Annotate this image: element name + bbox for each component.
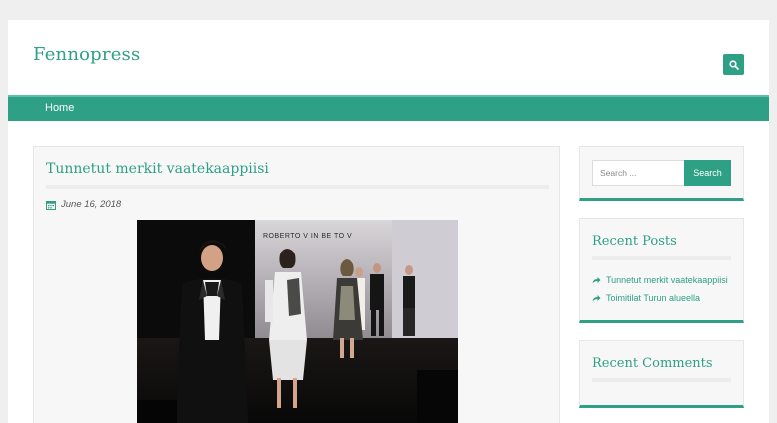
search-widget: Search [579, 146, 744, 201]
calendar-icon [46, 200, 56, 210]
image-signage: ROBERTO V IN BE TO V [263, 233, 352, 240]
recent-post-link[interactable]: Toimitilat Turun alueella [592, 293, 700, 303]
title-divider [46, 185, 549, 189]
post-meta: June 16, 2018 [46, 199, 121, 210]
nav-item-home[interactable]: Home [45, 102, 74, 114]
recent-comments-widget: Recent Comments [579, 340, 744, 408]
featured-image[interactable]: ROBERTO V IN BE TO V [137, 220, 458, 423]
recent-post-label[interactable]: Tunnetut merkit vaatekaappiisi [606, 275, 728, 285]
share-arrow-icon [592, 277, 601, 284]
post-date[interactable]: June 16, 2018 [61, 199, 121, 210]
search-input[interactable] [592, 160, 685, 186]
recent-posts-title: Recent Posts [592, 234, 677, 249]
search-button[interactable]: Search [684, 160, 731, 186]
recent-post-link[interactable]: Tunnetut merkit vaatekaappiisi [592, 275, 728, 285]
article-title[interactable]: Tunnetut merkit vaatekaappiisi [46, 161, 269, 177]
main-navigation: Home [8, 95, 769, 121]
recent-post-label[interactable]: Toimitilat Turun alueella [606, 293, 700, 303]
site-title[interactable]: Fennopress [33, 44, 140, 65]
search-icon [728, 59, 739, 70]
widget-divider [592, 378, 731, 382]
content-area: Tunnetut merkit vaatekaappiisi June 16, … [8, 121, 769, 423]
recent-comments-title: Recent Comments [592, 356, 713, 371]
widget-divider [592, 256, 731, 260]
share-arrow-icon [592, 295, 601, 302]
page-frame: Fennopress Home Tunnetut merkit vaatekaa… [8, 20, 769, 423]
article-card: Tunnetut merkit vaatekaappiisi June 16, … [33, 146, 560, 423]
recent-posts-widget: Recent Posts Tunnetut merkit vaatekaappi… [579, 218, 744, 323]
site-header: Fennopress [8, 20, 769, 95]
search-toggle-button[interactable] [723, 54, 744, 75]
runway-photo: ROBERTO V IN BE TO V [137, 220, 458, 423]
